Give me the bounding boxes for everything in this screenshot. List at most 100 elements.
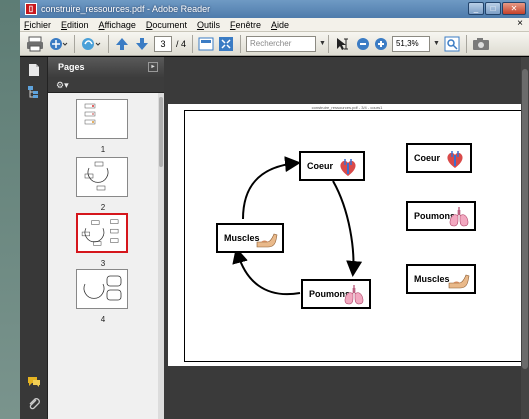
attachments-icon[interactable]: [27, 397, 41, 411]
fit-width-icon: [198, 37, 214, 50]
legend-card-poumons: Poumons: [406, 201, 476, 231]
menu-affichage[interactable]: Affichage: [99, 20, 136, 30]
select-tool-icon: [336, 37, 348, 50]
lungs-icon: [344, 285, 364, 305]
print-icon: [27, 36, 43, 51]
collaborate-icon: [82, 37, 101, 50]
zoom-dropdown-icon[interactable]: ▼: [433, 40, 440, 47]
heart-icon: [447, 151, 463, 168]
prev-page-icon: [116, 37, 128, 50]
snapshot-icon: [472, 37, 489, 50]
pages-options-bar: ⚙▾: [48, 77, 164, 93]
menu-fichier[interactable]: Fichier: [24, 20, 51, 30]
thumbnail-4-preview: [83, 275, 122, 301]
thumbnail-2-preview: [84, 161, 109, 191]
zoom-out-button[interactable]: [356, 35, 370, 53]
page-thumbnail-4-label: 4: [100, 315, 106, 324]
thumbnail-1-preview: [84, 103, 96, 125]
window-controls: _ □ ✕: [468, 2, 526, 15]
page-content-frame: Coeur Muscles Poumons Coeur Poumons Musc…: [184, 110, 524, 362]
thumbnail-3-preview: [81, 219, 119, 246]
title-bar[interactable]: ▯ construire_ressources.pdf - Adobe Read…: [20, 0, 529, 18]
arrow-muscles-to-coeur: [242, 156, 301, 220]
card-label: Muscles: [414, 274, 450, 284]
page-thumbnail-4[interactable]: [76, 269, 128, 309]
cycle-card-muscles: Muscles: [216, 223, 284, 253]
page-thumbnail-3[interactable]: [76, 213, 128, 253]
document-scrollbar[interactable]: [521, 57, 529, 419]
document-scrollbar-thumb[interactable]: [522, 69, 528, 369]
toolbar-separator: [74, 34, 75, 53]
close-document-button[interactable]: ×: [517, 18, 523, 29]
toolbar: 3 / 4 Rechercher ▼ 51,3% ▼: [20, 32, 529, 56]
search-dropdown-icon[interactable]: ▼: [319, 40, 326, 47]
menu-fenetre[interactable]: Fenêtre: [230, 20, 261, 30]
menu-edition[interactable]: Edition: [61, 20, 89, 30]
next-page-icon: [136, 37, 148, 50]
close-icon[interactable]: ✕: [502, 2, 526, 15]
page-thumbnail-2-label: 2: [100, 203, 106, 212]
document-view: construire_ressources.pdf - 3/4 - cours1…: [164, 57, 529, 419]
navigation-rail: [20, 57, 48, 419]
menu-document[interactable]: Document: [146, 20, 187, 30]
snapshot-button[interactable]: [472, 35, 490, 53]
arrow-coeur-to-poumons: [332, 180, 363, 277]
arrow-poumons-to-muscles: [232, 247, 301, 296]
email-button[interactable]: [48, 35, 68, 53]
zoom-in-icon: [374, 37, 387, 50]
next-page-button[interactable]: [134, 35, 150, 53]
page-options-icon[interactable]: ⚙▾: [56, 80, 69, 90]
pages-panel: Pages ▸ ⚙▾ 1 2 3 4: [48, 57, 164, 419]
email-icon: [50, 37, 68, 50]
print-button[interactable]: [26, 35, 44, 53]
toolbar-separator: [192, 34, 194, 53]
fit-page-button[interactable]: [218, 35, 234, 53]
menu-outils[interactable]: Outils: [197, 20, 220, 30]
page-thumbnail-3-label: 3: [100, 259, 106, 268]
menu-aide[interactable]: Aide: [271, 20, 289, 30]
fit-width-button[interactable]: [198, 35, 214, 53]
zoom-out-icon: [356, 37, 369, 50]
card-label: Coeur: [307, 161, 334, 171]
zoom-marquee-icon: [444, 36, 460, 51]
cycle-card-coeur: Coeur: [299, 151, 365, 181]
menu-bar: Fichier Edition Affichage Document Outil…: [20, 18, 529, 32]
arm-muscle-icon: [256, 233, 278, 248]
zoom-in-button[interactable]: [374, 35, 388, 53]
page-thumbnail-2[interactable]: [76, 157, 128, 197]
minimize-icon[interactable]: _: [468, 2, 484, 15]
page-thumbnail-1[interactable]: [76, 99, 128, 139]
legend-card-muscles: Muscles: [406, 264, 476, 294]
desktop-edge: [0, 0, 20, 419]
comments-icon[interactable]: [27, 375, 41, 389]
page-number-input[interactable]: 3: [154, 35, 172, 52]
pdf-icon: ▯: [25, 3, 37, 15]
zoom-level-input[interactable]: 51,3%: [391, 35, 430, 52]
page-thumbnail-1-label: 1: [100, 145, 106, 154]
pages-panel-title: Pages: [58, 62, 85, 72]
collaborate-button[interactable]: [80, 35, 102, 53]
toolbar-separator: [108, 34, 109, 53]
thumbnail-list: 1 2 3 4: [48, 93, 164, 419]
bookmarks-icon[interactable]: [27, 85, 41, 99]
cycle-card-poumons: Poumons: [301, 279, 371, 309]
thumbnail-scrollbar-thumb[interactable]: [159, 97, 163, 167]
card-label: Coeur: [414, 153, 441, 163]
search-input[interactable]: Rechercher: [246, 35, 317, 52]
toolbar-separator: [240, 34, 242, 53]
pages-icon[interactable]: [27, 63, 41, 77]
page-total: / 4: [176, 38, 187, 49]
select-tool-button[interactable]: [334, 35, 352, 53]
heart-icon: [340, 159, 356, 176]
toolbar-separator: [327, 34, 329, 53]
zoom-marquee-button[interactable]: [444, 35, 460, 53]
toolbar-separator: [465, 34, 467, 53]
pages-panel-header: Pages ▸: [48, 57, 164, 77]
adobe-reader-window: ▯ construire_ressources.pdf - Adobe Read…: [20, 0, 529, 419]
prev-page-button[interactable]: [114, 35, 130, 53]
window-title: construire_ressources.pdf - Adobe Reader: [41, 4, 211, 14]
legend-card-coeur: Coeur: [406, 143, 472, 173]
restore-icon[interactable]: □: [485, 2, 501, 15]
panel-options-icon[interactable]: ▸: [148, 62, 158, 72]
arm-muscle-icon: [448, 274, 470, 289]
